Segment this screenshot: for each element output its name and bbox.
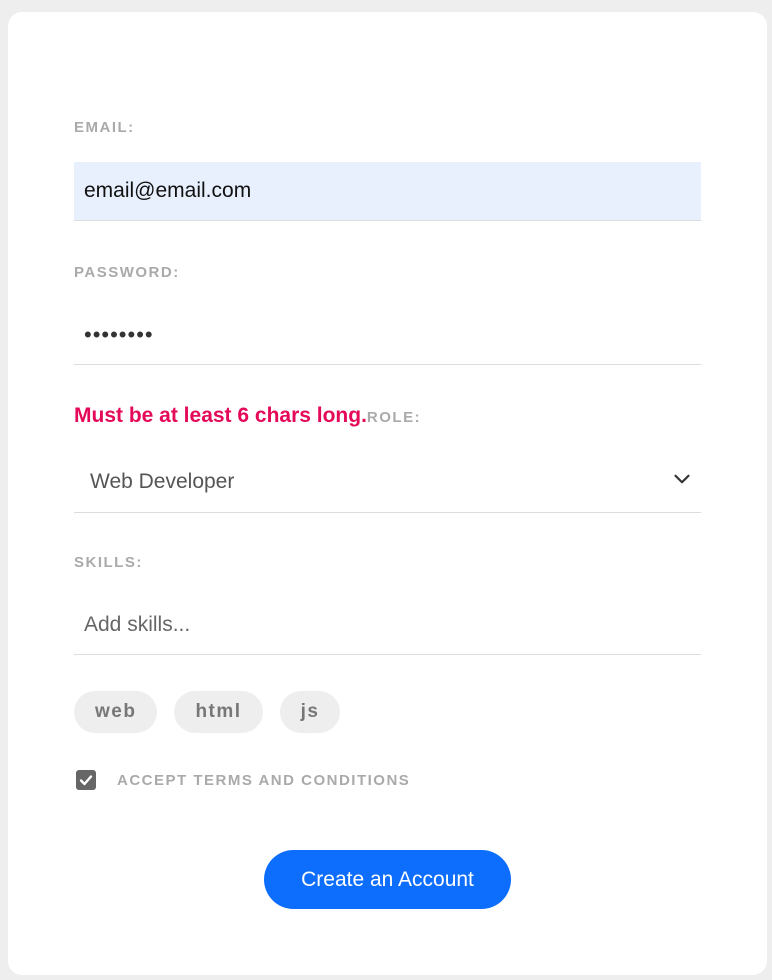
checkmark-icon	[79, 775, 93, 786]
create-account-button[interactable]: Create an Account	[264, 850, 511, 909]
skill-chip[interactable]: web	[74, 691, 158, 733]
error-role-row: Must be at least 6 chars long.ROLE:	[74, 404, 421, 428]
role-select[interactable]: Web Developer	[74, 452, 701, 513]
email-field[interactable]	[74, 162, 701, 221]
chevron-down-icon	[674, 474, 690, 484]
skills-input[interactable]	[74, 596, 701, 655]
skills-label: SKILLS:	[74, 554, 143, 571]
role-selected-value: Web Developer	[90, 470, 235, 493]
role-label: ROLE:	[366, 409, 422, 426]
terms-checkbox[interactable]	[76, 770, 96, 790]
password-field[interactable]: ••••••••	[74, 306, 701, 365]
email-label: EMAIL:	[74, 119, 135, 136]
password-mask: ••••••••	[84, 322, 154, 347]
signup-card: EMAIL: PASSWORD: •••••••• Must be at lea…	[8, 12, 767, 975]
terms-label: ACCEPT TERMS AND CONDITIONS	[117, 771, 411, 789]
password-label: PASSWORD:	[74, 264, 180, 281]
password-error-message: Must be at least 6 chars long.	[74, 404, 367, 427]
skills-chip-list: web html js	[74, 691, 341, 733]
skill-chip[interactable]: html	[174, 691, 263, 733]
skill-chip[interactable]: js	[279, 691, 341, 733]
terms-row: ACCEPT TERMS AND CONDITIONS	[76, 770, 410, 790]
